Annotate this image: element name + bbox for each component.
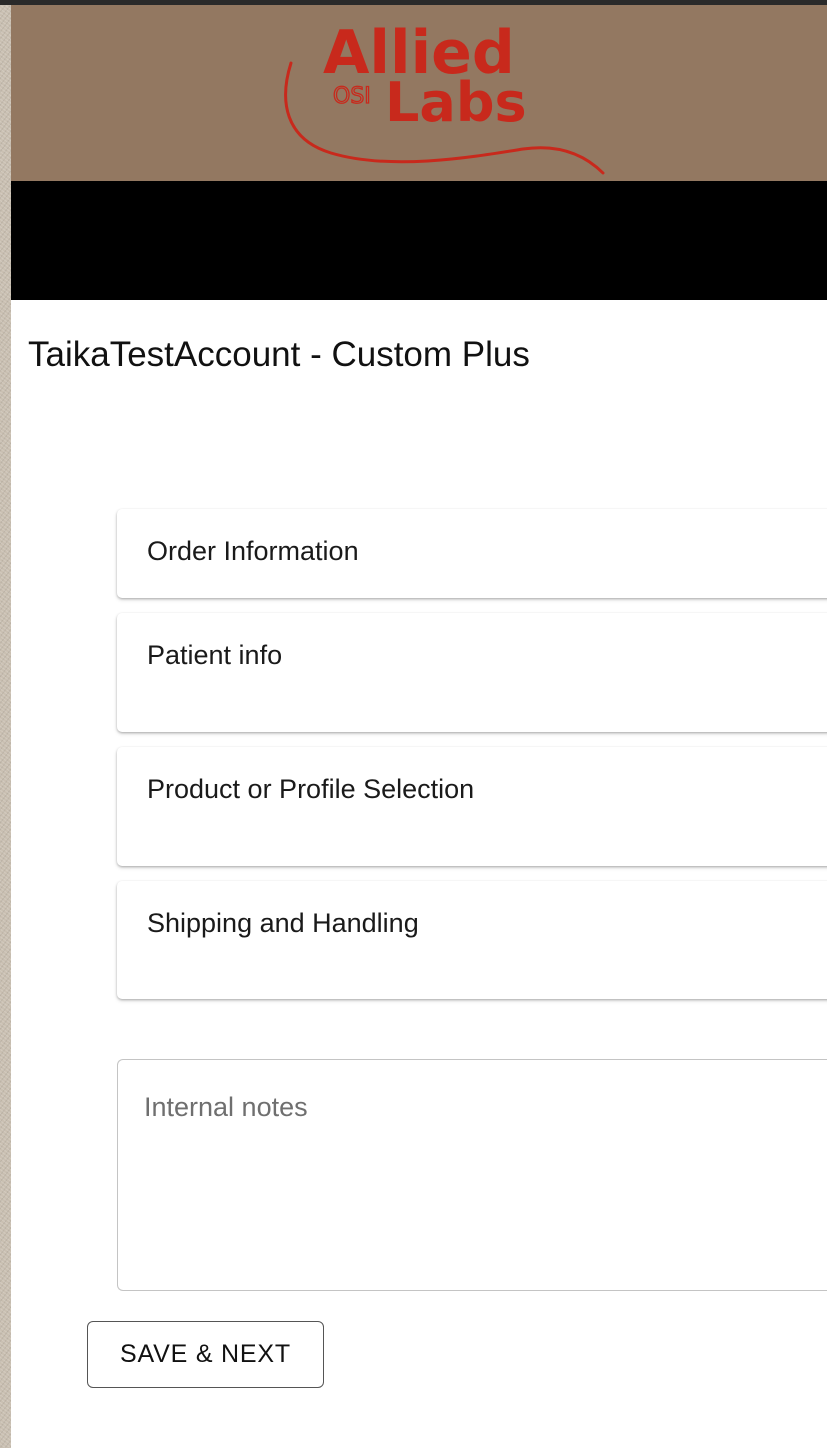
section-label: Patient info	[147, 640, 283, 670]
section-patient-info[interactable]: Patient info	[117, 613, 827, 732]
section-order-information[interactable]: Order Information	[117, 509, 827, 598]
section-label: Product or Profile Selection	[147, 774, 475, 804]
navigation-bar	[11, 181, 827, 300]
header-banner: Allied OSI Labs	[11, 5, 827, 181]
page-container: Allied OSI Labs TaikaTestAccount - Custo…	[11, 5, 827, 1448]
internal-notes-textarea[interactable]	[117, 1059, 827, 1291]
logo-osi-text: OSI	[333, 84, 371, 109]
section-label: Order Information	[147, 536, 359, 566]
logo-labs-text: Labs	[385, 71, 527, 134]
section-label: Shipping and Handling	[147, 908, 419, 938]
allied-labs-logo: Allied OSI Labs	[284, 18, 605, 175]
page-title: TaikaTestAccount - Custom Plus	[28, 335, 530, 374]
section-shipping-handling[interactable]: Shipping and Handling	[117, 881, 827, 999]
save-next-button[interactable]: SAVE & NEXT	[87, 1321, 324, 1388]
section-product-selection[interactable]: Product or Profile Selection	[117, 747, 827, 866]
